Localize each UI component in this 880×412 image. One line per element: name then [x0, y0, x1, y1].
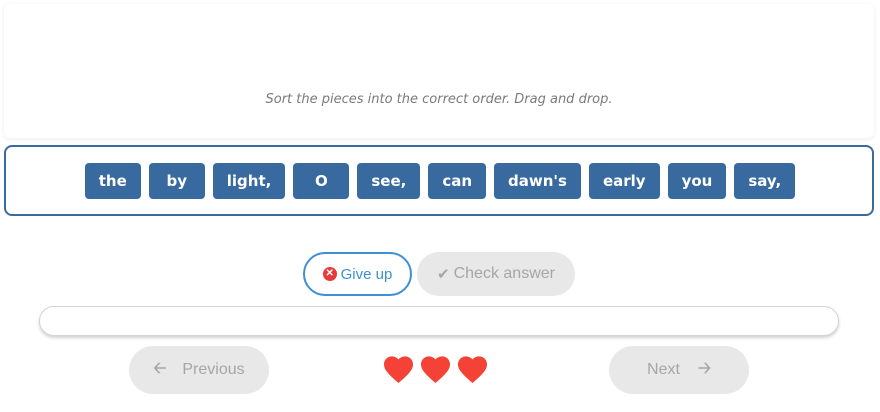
next-label: Next [647, 361, 680, 378]
heart-icon [381, 352, 416, 386]
check-answer-label: Check answer [453, 265, 555, 282]
piece[interactable]: you [667, 162, 727, 199]
previous-label: Previous [182, 361, 245, 378]
pieces-container[interactable]: the by light, O see, can dawn's early yo… [4, 145, 874, 216]
close-circle-icon: ✕ [322, 267, 337, 281]
progress-bar [39, 306, 839, 336]
piece[interactable]: say, [734, 162, 796, 199]
piece[interactable]: light, [212, 162, 286, 199]
piece[interactable]: can [428, 162, 487, 199]
piece[interactable]: O [293, 162, 350, 199]
action-buttons: ✕ Give up ✔ Check answer [0, 252, 880, 296]
piece[interactable]: early [588, 162, 660, 199]
give-up-button[interactable]: ✕ Give up [303, 252, 412, 296]
lives-hearts [381, 352, 490, 386]
previous-button[interactable]: 🡠 Previous [129, 346, 269, 394]
check-answer-button[interactable]: ✔ Check answer [417, 252, 575, 296]
next-button[interactable]: Next 🡢 [609, 346, 749, 394]
arrow-right-icon: 🡢 [697, 359, 711, 377]
heart-icon [418, 352, 453, 386]
piece[interactable]: the [84, 162, 141, 199]
prompt-card: Sort the pieces into the correct order. … [4, 4, 874, 138]
check-icon: ✔ [437, 266, 450, 283]
piece[interactable]: dawn's [494, 162, 581, 199]
give-up-label: Give up [340, 265, 393, 283]
arrow-left-icon: 🡠 [153, 359, 167, 377]
heart-icon [455, 352, 490, 386]
piece[interactable]: see, [357, 162, 421, 199]
piece[interactable]: by [148, 162, 205, 199]
instruction-text: Sort the pieces into the correct order. … [265, 92, 613, 107]
